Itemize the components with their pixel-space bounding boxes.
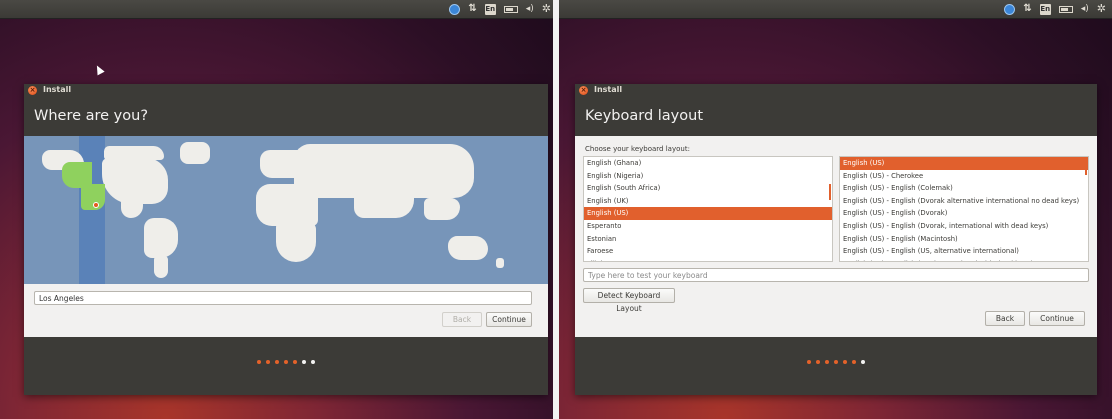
accessibility-icon[interactable]: [449, 3, 461, 15]
top-panel: ⇅ En ◂) ✲: [0, 0, 553, 19]
map-land: [424, 198, 460, 220]
detect-layout-button[interactable]: Detect Keyboard Layout: [583, 288, 675, 313]
map-land: [448, 236, 488, 260]
desktop-screen-keyboard: ⇅ En ◂) ✲ × Install Keyboard layout Choo…: [559, 0, 1112, 419]
map-land: [121, 202, 143, 218]
location-input[interactable]: [34, 291, 532, 305]
progress-dot: [293, 360, 297, 364]
map-land: [154, 256, 168, 278]
battery-icon[interactable]: [1058, 5, 1073, 13]
scrollbar-thumb[interactable]: [1085, 159, 1087, 175]
layout-item[interactable]: Filipino: [584, 258, 832, 261]
progress-dot: [816, 360, 820, 364]
install-window-keyboard: × Install Keyboard layout Choose your ke…: [575, 84, 1097, 395]
layout-item[interactable]: Estonian: [584, 233, 832, 246]
window-titlebar: × Install: [575, 84, 1097, 96]
variant-item[interactable]: English (US) - English (Dvorak alternati…: [840, 195, 1088, 208]
keyboard-indicator-icon[interactable]: En: [1039, 3, 1051, 15]
variant-item[interactable]: English (US) - English (Dvorak): [840, 207, 1088, 220]
progress-footer: [575, 337, 1097, 395]
map-land: [102, 158, 168, 204]
layout-list[interactable]: English (Ghana) English (Nigeria) English …: [583, 156, 833, 262]
progress-dots: [575, 360, 1097, 364]
layout-item[interactable]: English (Nigeria): [584, 170, 832, 183]
window-title: Install: [594, 85, 623, 94]
layout-item[interactable]: Esperanto: [584, 220, 832, 233]
window-title: Install: [43, 85, 72, 94]
scrollbar-thumb[interactable]: [829, 184, 831, 200]
page-title: Keyboard layout: [585, 108, 704, 124]
network-icon[interactable]: ⇅: [1023, 2, 1031, 16]
timezone-map[interactable]: [24, 136, 548, 284]
layout-item[interactable]: English (Ghana): [584, 157, 832, 170]
layout-item[interactable]: English (US): [584, 207, 832, 220]
progress-dot: [825, 360, 829, 364]
progress-dot: [807, 360, 811, 364]
window-titlebar: × Install: [24, 84, 548, 96]
variant-list[interactable]: English (US) English (US) - Cherokee Engli…: [839, 156, 1089, 262]
map-land: [496, 258, 504, 268]
continue-button[interactable]: Continue: [1029, 311, 1085, 326]
map-land: [276, 222, 316, 262]
keyboard-test-input[interactable]: [583, 268, 1089, 282]
map-land: [144, 218, 178, 258]
variant-item[interactable]: English (US) - English (US, alternative …: [840, 245, 1088, 258]
variant-item[interactable]: English (US) - English (Dvorak, internat…: [840, 220, 1088, 233]
choose-layout-label: Choose your keyboard layout:: [585, 145, 690, 153]
map-land: [354, 192, 414, 218]
variant-item[interactable]: English (US) - English (US, internationa…: [840, 258, 1088, 261]
page-title[interactable]: Where are you?: [34, 106, 148, 126]
install-window-location: × Install Where are you? Los Angeles Bac…: [24, 84, 548, 395]
progress-dot: [852, 360, 856, 364]
top-panel: ⇅ En ◂) ✲: [559, 0, 1112, 19]
mouse-cursor-icon: [93, 63, 105, 76]
progress-dot: [861, 360, 865, 364]
map-land: [294, 144, 474, 198]
progress-dot: [257, 360, 261, 364]
indicator-area: ⇅ En ◂) ✲: [1004, 2, 1106, 16]
indicator-area: ⇅ En ◂) ✲: [449, 2, 551, 16]
close-icon[interactable]: ×: [28, 85, 37, 95]
accessibility-icon[interactable]: [1004, 3, 1016, 15]
battery-icon[interactable]: [503, 5, 518, 13]
selected-city-marker: [93, 202, 99, 208]
progress-dot: [843, 360, 847, 364]
heading-bar: Where are you?: [24, 96, 548, 136]
progress-dot: [275, 360, 279, 364]
volume-icon[interactable]: ◂): [526, 2, 534, 16]
keyboard-indicator-icon[interactable]: En: [484, 3, 496, 15]
progress-dot: [284, 360, 288, 364]
layout-item[interactable]: English (South Africa): [584, 182, 832, 195]
progress-dot: [302, 360, 306, 364]
progress-dot: [834, 360, 838, 364]
variant-item[interactable]: English (US) - English (Macintosh): [840, 233, 1088, 246]
map-land: [180, 142, 210, 164]
progress-dot: [266, 360, 270, 364]
continue-button[interactable]: Continue: [486, 312, 532, 327]
desktop-screen-location: ⇅ En ◂) ✲ × Install Where are you? Los A…: [0, 0, 553, 419]
back-button[interactable]: Back: [985, 311, 1025, 326]
power-gear-icon[interactable]: ✲: [542, 2, 551, 16]
back-button[interactable]: Back: [442, 312, 482, 327]
network-icon[interactable]: ⇅: [468, 2, 476, 16]
layout-item[interactable]: English (UK): [584, 195, 832, 208]
progress-dots: [24, 360, 548, 364]
power-gear-icon[interactable]: ✲: [1097, 2, 1106, 16]
variant-item[interactable]: English (US) - English (Colemak): [840, 182, 1088, 195]
map-land: [256, 184, 318, 226]
variant-item[interactable]: English (US): [840, 157, 1088, 170]
layout-item[interactable]: Faroese: [584, 245, 832, 258]
variant-item[interactable]: English (US) - Cherokee: [840, 170, 1088, 183]
progress-footer: [24, 337, 548, 395]
close-icon[interactable]: ×: [579, 85, 588, 95]
volume-icon[interactable]: ◂): [1081, 2, 1089, 16]
progress-dot: [311, 360, 315, 364]
heading-bar: Keyboard layout: [575, 96, 1097, 136]
